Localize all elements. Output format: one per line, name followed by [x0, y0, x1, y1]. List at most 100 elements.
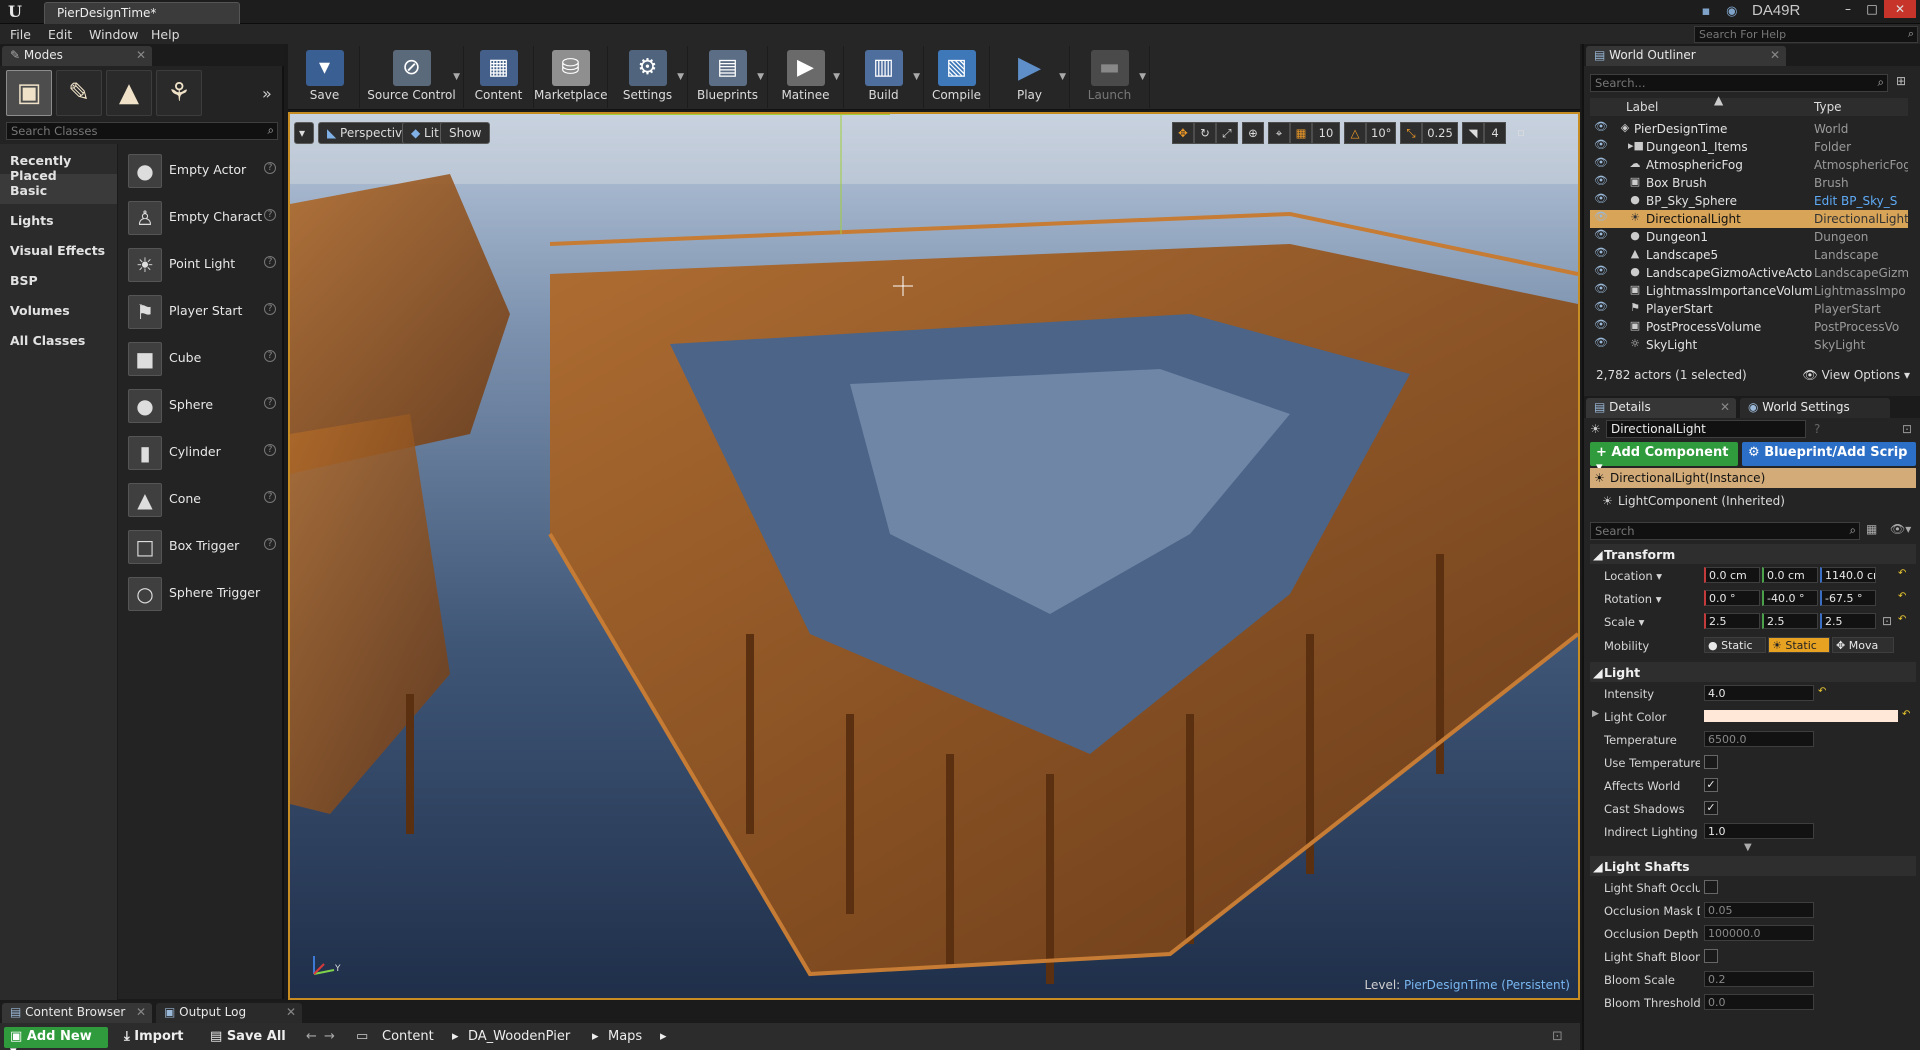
outliner-row[interactable]: 👁 ▣ PostProcessVolume PostProcessVo [1590, 318, 1908, 336]
close-button[interactable]: ✕ [1884, 0, 1916, 18]
rotation-snap-icon[interactable]: △ [1344, 122, 1366, 144]
dropdown-arrow-icon[interactable]: ▼ [913, 72, 920, 82]
outliner-row-selected[interactable]: 👁 ☀ DirectionalLight DirectionalLight [1590, 210, 1908, 228]
lock-scale-icon[interactable]: ⊡ [1882, 614, 1892, 628]
help-icon[interactable]: ? [264, 397, 276, 409]
rotation-label[interactable]: Rotation ▾ [1604, 592, 1700, 606]
eye-icon[interactable]: 👁 [1594, 210, 1608, 223]
cast-shadows-checkbox[interactable]: ✓ [1704, 801, 1718, 815]
reset-icon[interactable]: ↶ [1898, 614, 1906, 625]
play-button[interactable]: ▶ Play ▼ [990, 46, 1070, 108]
light-color-swatch[interactable] [1704, 710, 1898, 722]
component-instance-row[interactable]: ☀ DirectionalLight(Instance) [1590, 468, 1916, 488]
help-icon[interactable]: ? [264, 303, 276, 315]
scale-label[interactable]: Scale ▾ [1604, 615, 1700, 629]
settings-button[interactable]: ⚙ Settings ▼ [608, 46, 688, 108]
indirect-lighting-field[interactable]: 1.0 [1704, 823, 1814, 839]
menu-file[interactable]: File [10, 27, 31, 42]
class-item-box-trigger[interactable]: □ Box Trigger? [122, 526, 280, 573]
reset-icon[interactable]: ↶ [1818, 686, 1826, 697]
help-icon[interactable]: ? [1814, 422, 1820, 436]
outliner-row[interactable]: 👁 ◈ PierDesignTime World [1590, 120, 1908, 138]
dropdown-arrow-icon[interactable]: ▼ [1139, 72, 1146, 82]
add-component-button[interactable]: + Add Component ▾ [1590, 442, 1738, 475]
matinee-button[interactable]: ▶ Matinee ▼ [768, 46, 844, 108]
outliner-search-input[interactable]: Search... ⌕ [1590, 74, 1888, 92]
category-visual-effects[interactable]: Visual Effects [0, 234, 117, 264]
surface-snap-icon[interactable]: ⌖ [1268, 122, 1290, 144]
close-icon[interactable]: ✕ [286, 1005, 296, 1019]
eye-icon[interactable]: 👁 [1594, 336, 1608, 349]
blueprint-script-button[interactable]: ⚙ Blueprint/Add Scrip [1742, 442, 1916, 466]
outliner-row[interactable]: 👁 ● LandscapeGizmoActiveActor LandscapeGizm… [1590, 264, 1908, 282]
mobility-movable-option[interactable]: ✥ Mova [1832, 637, 1894, 653]
eye-icon[interactable]: 👁 [1594, 282, 1608, 295]
outliner-row[interactable]: 👁 ● Dungeon1 Dungeon [1590, 228, 1908, 246]
landscape-mode-icon[interactable]: ▲ [106, 70, 152, 116]
expand-modes-icon[interactable]: » [262, 84, 272, 103]
translate-icon[interactable]: ✥ [1172, 122, 1194, 144]
place-mode-icon[interactable]: ▣ [6, 70, 52, 116]
maximize-button[interactable]: □ [1860, 0, 1884, 18]
outliner-row[interactable]: 👁 ☼ SkyLight SkyLight [1590, 336, 1908, 354]
dropdown-arrow-icon[interactable]: ▼ [677, 72, 684, 82]
dropdown-arrow-icon[interactable]: ▼ [757, 72, 764, 82]
eye-icon[interactable]: 👁 [1594, 228, 1608, 241]
eye-icon[interactable]: 👁 [1594, 192, 1608, 205]
temperature-field[interactable]: 6500.0 [1704, 731, 1814, 747]
expand-arrow-icon[interactable]: ▶ [1592, 709, 1599, 719]
eye-icon[interactable]: 👁 [1594, 264, 1608, 277]
chat-icon[interactable]: ▪ [1698, 4, 1714, 20]
close-icon[interactable]: ✕ [1770, 48, 1780, 62]
tab-content-browser[interactable]: ▤ Content Browser ✕ [2, 1003, 152, 1023]
scale-snap-value[interactable]: 0.25 [1422, 122, 1458, 144]
class-item-empty-character[interactable]: ♙ Empty Charact? [122, 197, 280, 244]
tab-world-settings[interactable]: ◉ World Settings [1740, 398, 1890, 418]
grid-snap-icon[interactable]: ▦ [1290, 122, 1312, 144]
sort-ascending-icon[interactable]: ▲ [1714, 93, 1723, 107]
eye-icon[interactable]: 👁 [1594, 174, 1608, 187]
occlusion-depth-field[interactable]: 100000.0 [1704, 925, 1814, 941]
close-icon[interactable]: ✕ [136, 1005, 146, 1019]
light-shaft-bloom-checkbox[interactable] [1704, 949, 1718, 963]
dropdown-arrow-icon[interactable]: ▼ [453, 72, 460, 82]
paint-mode-icon[interactable]: ✎ [56, 70, 102, 116]
class-item-cone[interactable]: ▲ Cone? [122, 479, 280, 526]
eye-icon[interactable]: 👁▾ [1890, 522, 1911, 536]
content-button[interactable]: ▦ Content [464, 46, 534, 108]
show-advanced-icon[interactable]: ▼ [1744, 842, 1752, 853]
launch-button[interactable]: ▬ Launch ▼ [1070, 46, 1150, 108]
class-item-sphere-trigger[interactable]: ○ Sphere Trigger [122, 573, 280, 620]
reset-icon[interactable]: ↶ [1902, 709, 1910, 720]
dropdown-arrow-icon[interactable]: ▼ [1059, 72, 1066, 82]
eye-icon[interactable]: 👁 [1594, 120, 1608, 133]
camera-speed-icon[interactable]: ◥ [1462, 122, 1484, 144]
occlusion-mask-field[interactable]: 0.05 [1704, 902, 1814, 918]
class-item-point-light[interactable]: ☀ Point Light? [122, 244, 280, 291]
rotation-x-field[interactable]: 0.0 ° [1704, 590, 1760, 606]
tab-world-outliner[interactable]: ▤ World Outliner ✕ [1586, 46, 1786, 66]
close-icon[interactable]: ✕ [136, 48, 146, 62]
grid-snap-value[interactable]: 10 [1312, 122, 1340, 144]
tab-details[interactable]: ▤ Details ✕ [1586, 398, 1736, 418]
edit-blueprint-link[interactable]: Edit BP_Sky_S [1814, 194, 1908, 208]
lock-icon[interactable]: ⊡ [1902, 422, 1912, 436]
help-search-input[interactable]: Search For Help ⌕ [1694, 26, 1918, 43]
transform-section[interactable]: ◢ Transform [1590, 544, 1916, 564]
import-button[interactable]: ⤓ Import [124, 1029, 184, 1044]
scale-x-field[interactable]: 2.5 [1704, 613, 1760, 629]
eye-icon[interactable]: 👁 [1594, 300, 1608, 313]
view-options-button[interactable]: 👁 View Options ▾ [1803, 368, 1911, 382]
blueprints-button[interactable]: ▤ Blueprints ▼ [688, 46, 768, 108]
outliner-row[interactable]: 👁 ▣ Box Brush Brush [1590, 174, 1908, 192]
help-icon[interactable]: ? [264, 444, 276, 456]
world-space-icon[interactable]: ⊕ [1242, 122, 1264, 144]
level-viewport[interactable]: ▾ ◣ Perspective ◆ Lit Show ✥ ↻ ⤢ ⊕ ⌖ ▦ 1… [288, 112, 1580, 1000]
level-tab[interactable]: PierDesignTime* [44, 2, 240, 24]
lock-icon[interactable]: ⊡ [1552, 1029, 1563, 1044]
light-section[interactable]: ◢ Light [1590, 662, 1916, 682]
help-icon[interactable]: ? [264, 209, 276, 221]
location-x-field[interactable]: 0.0 cm [1704, 567, 1760, 583]
class-item-empty-actor[interactable]: ● Empty Actor? [122, 150, 280, 197]
viewport-options-button[interactable]: ▾ [294, 122, 314, 144]
